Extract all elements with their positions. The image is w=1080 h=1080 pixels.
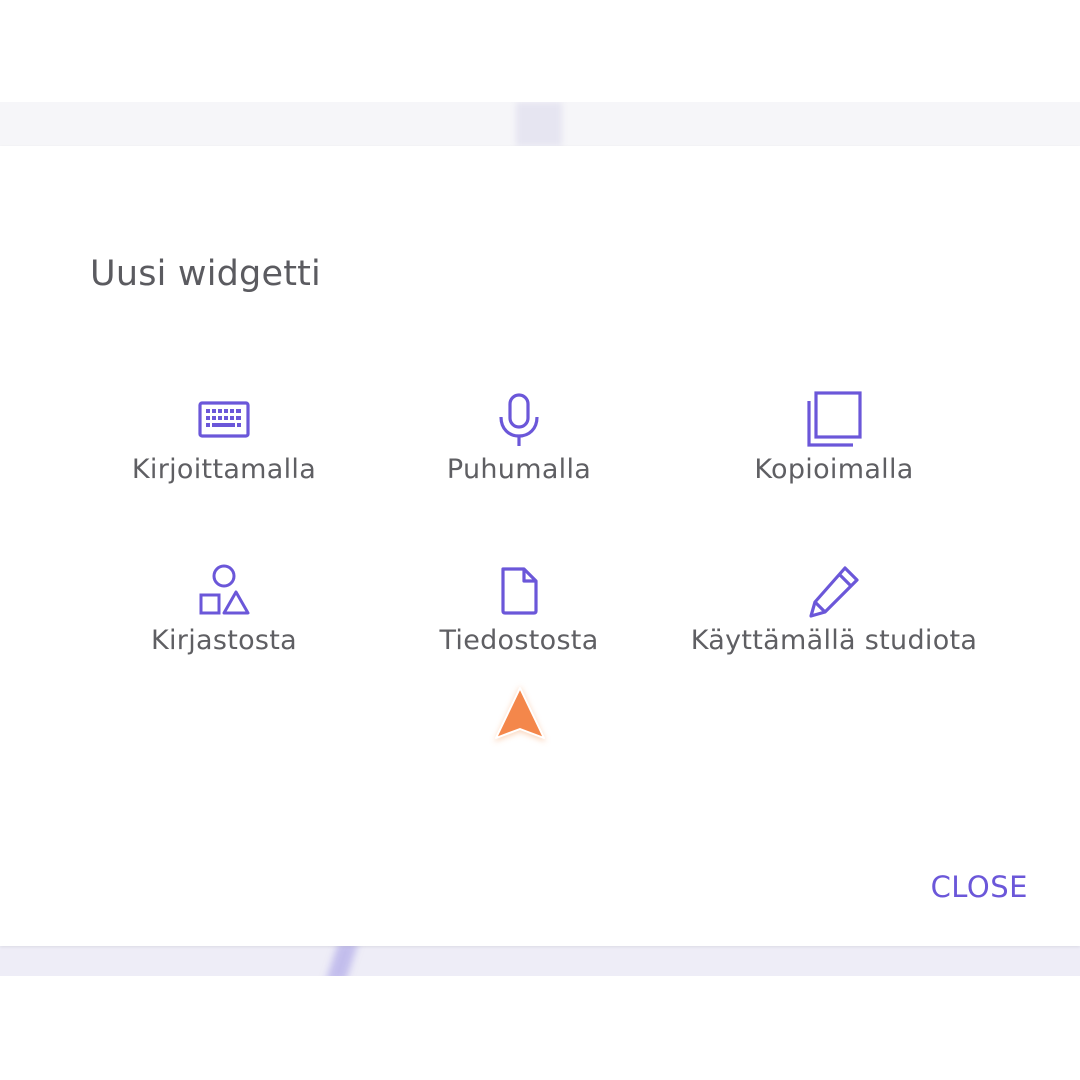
background-blurred-stroke [325,946,359,976]
option-copying[interactable]: Kopioimalla [664,388,1004,485]
file-icon [487,559,551,623]
dialog-title: Uusi widgetti [90,254,321,294]
option-speaking[interactable]: Puhumalla [349,388,689,485]
option-label: Tiedostosta [439,625,599,656]
pointer-arrow-icon [488,680,552,748]
option-label: Puhumalla [446,454,592,485]
background-bottom-strip [0,946,1080,976]
microphone-icon [487,388,551,452]
close-button[interactable]: CLOSE [931,870,1028,904]
new-widget-dialog: Uusi widgetti Kirjoittamalla Puhumalla K… [0,146,1080,946]
option-typing[interactable]: Kirjoittamalla [54,388,394,485]
background-top-strip [0,102,1080,146]
shapes-icon [192,559,256,623]
option-label: Kirjastosta [150,625,298,656]
option-label: Käyttämällä studiota [690,625,978,656]
copy-icon [802,388,866,452]
option-studio[interactable]: Käyttämällä studiota [664,559,1004,656]
background-blurred-divider [516,102,562,146]
pencil-icon [802,559,866,623]
option-label: Kopioimalla [754,454,914,485]
option-file[interactable]: Tiedostosta [349,559,689,656]
option-label: Kirjoittamalla [131,454,317,485]
option-library[interactable]: Kirjastosta [54,559,394,656]
keyboard-icon [192,388,256,452]
